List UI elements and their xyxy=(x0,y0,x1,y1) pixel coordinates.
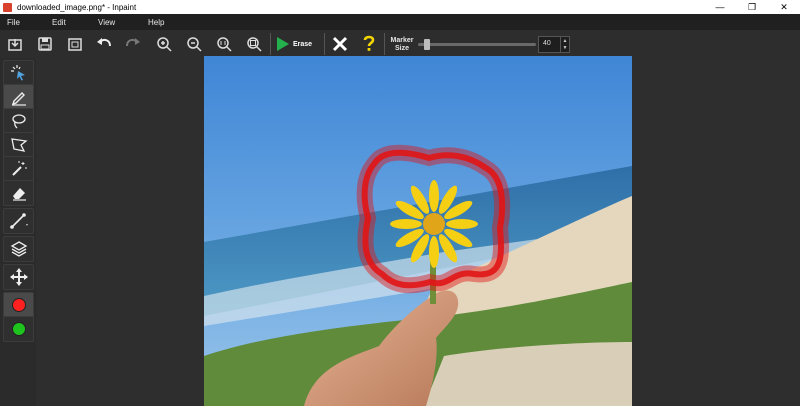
green-color-button[interactable] xyxy=(3,316,34,342)
zoom-in-button[interactable] xyxy=(153,34,175,54)
lasso-tool-button[interactable] xyxy=(3,108,34,134)
zoom-actual-icon xyxy=(217,37,232,52)
zoom-actual-button[interactable] xyxy=(213,34,235,54)
slider-handle[interactable] xyxy=(424,39,430,50)
toolbar-separator xyxy=(324,33,325,55)
red-color-icon xyxy=(11,298,26,312)
menu-help[interactable]: Help xyxy=(148,18,164,27)
menu-view[interactable]: View xyxy=(98,18,115,27)
erase-label: Erase xyxy=(293,40,313,48)
marker-size-label: Marker Size xyxy=(390,37,414,52)
save-as-button[interactable] xyxy=(64,34,86,54)
polygon-lasso-tool-button[interactable] xyxy=(3,132,34,158)
selection-tool-button[interactable] xyxy=(3,60,34,86)
eraser-icon xyxy=(12,188,26,201)
save-button[interactable] xyxy=(34,34,56,54)
marker-tool-button[interactable] xyxy=(3,84,34,110)
image-canvas[interactable] xyxy=(204,56,632,406)
marker-size-slider[interactable] xyxy=(418,39,536,51)
save-as-icon xyxy=(68,38,82,51)
toolbar: Erase Marker Size xyxy=(0,30,800,59)
magic-wand-tool-button[interactable] xyxy=(3,156,34,182)
slider-track xyxy=(418,43,536,46)
marker-size-spinbox[interactable]: 40 ▲ ▼ xyxy=(538,36,570,53)
zoom-out-button[interactable] xyxy=(183,34,205,54)
layers-icon xyxy=(10,241,27,257)
erase-button[interactable]: Erase xyxy=(276,34,322,54)
marker-icon xyxy=(11,92,26,106)
undo-icon xyxy=(97,38,111,47)
tool-sidebar xyxy=(0,58,36,406)
open-icon xyxy=(8,39,22,51)
help-icon xyxy=(363,35,375,51)
title-bar: downloaded_image.png* - Inpaint — ❐ ✕ xyxy=(0,0,800,14)
line-icon xyxy=(9,213,28,229)
move-tool-button[interactable] xyxy=(3,264,34,290)
undo-button[interactable] xyxy=(93,34,115,54)
erase-play-icon xyxy=(277,37,289,51)
red-color-button[interactable] xyxy=(3,292,34,318)
zoom-out-icon xyxy=(187,37,202,52)
redo-button[interactable] xyxy=(122,34,144,54)
zoom-in-icon xyxy=(157,37,172,52)
toolbar-separator xyxy=(270,33,271,55)
move-icon xyxy=(9,268,28,286)
help-button[interactable] xyxy=(358,34,380,54)
layers-tool-button[interactable] xyxy=(3,236,34,262)
green-color-icon xyxy=(11,322,26,336)
marker-size-value: 40 xyxy=(543,40,551,47)
magic-wand-icon xyxy=(11,161,27,176)
lasso-icon xyxy=(11,114,26,129)
open-button[interactable] xyxy=(4,34,26,54)
toolbar-separator xyxy=(384,33,385,55)
zoom-fit-button[interactable] xyxy=(243,34,265,54)
selection-icon xyxy=(10,65,25,81)
menu-edit[interactable]: Edit xyxy=(52,18,66,27)
menu-bar: File Edit View Help xyxy=(0,14,800,30)
spin-down-icon[interactable]: ▼ xyxy=(563,45,568,51)
redo-icon xyxy=(126,38,140,47)
menu-file[interactable]: File xyxy=(7,18,20,27)
app-icon xyxy=(3,2,12,12)
eraser-tool-button[interactable] xyxy=(3,180,34,206)
maximize-button[interactable]: ❐ xyxy=(736,0,768,14)
minimize-button[interactable]: — xyxy=(704,0,736,14)
clear-icon xyxy=(332,36,348,52)
polygon-lasso-icon xyxy=(10,138,28,152)
close-window-button[interactable]: ✕ xyxy=(768,0,800,14)
spin-up-icon[interactable]: ▲ xyxy=(563,38,568,44)
window-title: downloaded_image.png* - Inpaint xyxy=(17,2,137,12)
line-tool-button[interactable] xyxy=(3,208,34,234)
zoom-fit-icon xyxy=(247,37,262,52)
save-icon xyxy=(38,37,52,51)
clear-button[interactable] xyxy=(329,34,351,54)
